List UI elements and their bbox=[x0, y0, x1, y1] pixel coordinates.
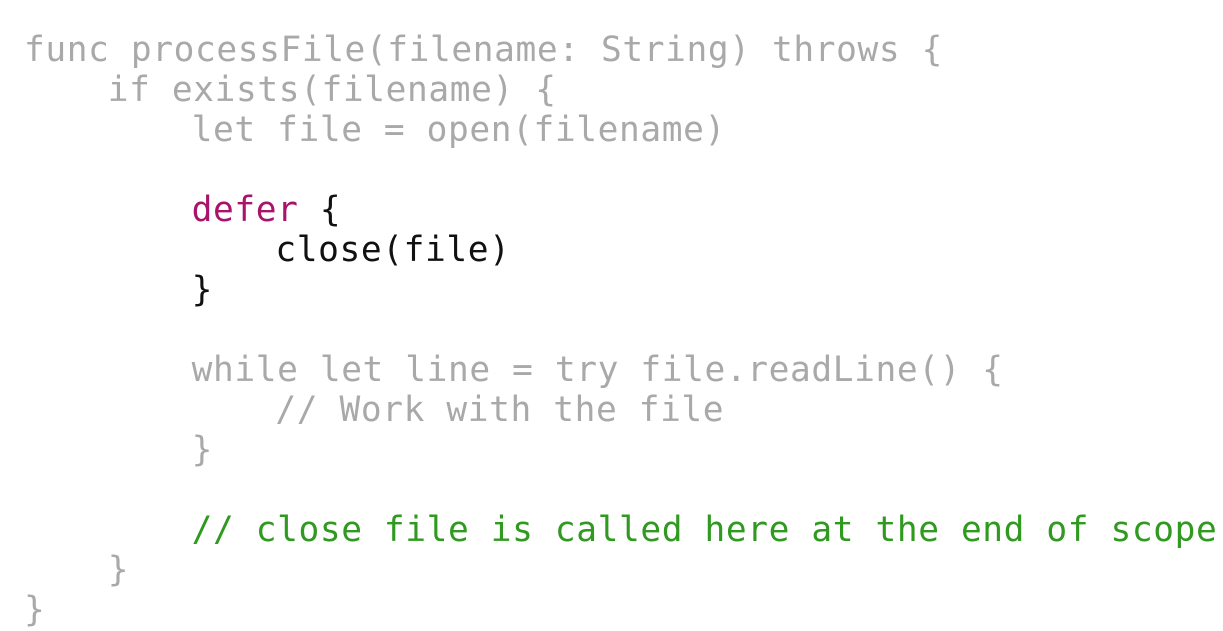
code-line: let file = open(filename) bbox=[0, 110, 1223, 150]
code-line: close(file) bbox=[0, 230, 1223, 270]
code-line: func processFile(filename: String) throw… bbox=[0, 30, 1223, 70]
code-token: { bbox=[298, 190, 342, 230]
keyword-token: defer bbox=[191, 190, 299, 230]
code-block: func processFile(filename: String) throw… bbox=[0, 0, 1223, 631]
comment-token: // close file is called here at the end … bbox=[191, 510, 1218, 550]
code-line: defer { bbox=[0, 190, 1223, 230]
code-token: while let line = try file.readLine() { bbox=[191, 350, 1004, 390]
code-line: if exists(filename) { bbox=[0, 70, 1223, 110]
code-line: // close file is called here at the end … bbox=[0, 510, 1223, 550]
code-line: } bbox=[0, 430, 1223, 470]
code-token: // Work with the file bbox=[275, 390, 725, 430]
code-token: } bbox=[107, 550, 130, 590]
code-token: } bbox=[24, 590, 46, 630]
code-token: } bbox=[191, 430, 213, 470]
code-line: } bbox=[0, 590, 1223, 630]
code-line: } bbox=[0, 270, 1223, 310]
code-token: func processFile(filename: String) throw… bbox=[24, 30, 943, 70]
code-token: let file = open(filename) bbox=[191, 110, 726, 150]
code-line: } bbox=[0, 550, 1223, 590]
code-token: if exists(filename) { bbox=[107, 70, 557, 110]
code-line: while let line = try file.readLine() { bbox=[0, 350, 1223, 390]
code-token: close(file) bbox=[275, 230, 511, 270]
code-token: } bbox=[191, 270, 213, 310]
code-line: // Work with the file bbox=[0, 390, 1223, 430]
